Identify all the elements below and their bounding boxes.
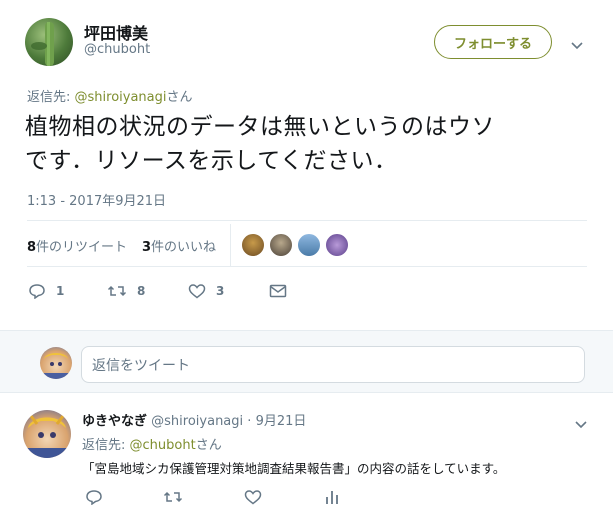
follow-button-label: フォローする (453, 36, 532, 52)
likers-avatars (241, 233, 349, 257)
retweet-stat[interactable]: 8件のリツイート (27, 236, 127, 255)
liker-avatar-3[interactable] (297, 233, 321, 257)
reply-to-handle-link[interactable]: @shiroiyanagi (75, 90, 167, 105)
reply-author-avatar[interactable] (23, 410, 71, 458)
retweet-stat-label: 件のリツイート (36, 240, 128, 255)
author-name[interactable]: 坪田博美 (84, 20, 148, 44)
stats-divider (230, 224, 231, 266)
tweet-timestamp[interactable]: 1:13 - 2017年9月21日 (27, 190, 166, 209)
reply-reply-to-suffix: さん (195, 438, 222, 453)
reply-count: 1 (56, 284, 65, 298)
retweet-icon (163, 491, 183, 503)
like-stat-count: 3 (142, 240, 152, 255)
reply-chevron-down-icon[interactable] (574, 415, 588, 429)
heart-icon (188, 284, 206, 299)
reply-input-placeholder: 返信をツイート (92, 357, 190, 374)
reply-icon (86, 490, 102, 505)
reply-to-line: 返信先: @shiroiyanagiさん (27, 86, 193, 105)
tweet-text: 植物相の状況のデータは無いというのはウソ です．リソースを示してください． (25, 110, 495, 178)
reply-text: 「宮島地域シカ保護管理対策地調査結果報告書」の内容の話をしています。 (82, 461, 506, 476)
reply-reply-action[interactable] (85, 489, 103, 505)
author-avatar[interactable] (25, 18, 73, 66)
reply-header: ゆきやなぎ @shiroiyanagi · 9月21日 (82, 410, 306, 429)
dm-action[interactable] (269, 284, 287, 298)
retweet-stat-count: 8 (27, 240, 37, 255)
current-user-avatar[interactable] (40, 347, 72, 379)
retweet-icon (107, 285, 127, 297)
reply-author-name[interactable]: ゆきやなぎ (82, 414, 147, 429)
envelope-icon (269, 284, 287, 298)
liker-avatar-4[interactable] (325, 233, 349, 257)
reply-like-action[interactable] (244, 489, 262, 505)
reply-action[interactable]: 1 (28, 283, 64, 299)
reply-retweet-action[interactable] (163, 489, 183, 505)
liker-avatar-1[interactable] (241, 233, 265, 257)
reply-reply-to-handle-link[interactable]: @chuboht (130, 438, 196, 453)
author-handle[interactable]: @chuboht (84, 42, 150, 57)
reply-date[interactable]: 9月21日 (256, 414, 307, 429)
reply-to-suffix: さん (166, 90, 193, 105)
analytics-icon (326, 491, 338, 504)
reply-reply-to-line: 返信先: @chubohtさん (82, 434, 222, 453)
like-action[interactable]: 3 (188, 283, 224, 299)
retweet-action[interactable]: 8 (107, 283, 145, 299)
heart-icon (244, 490, 262, 505)
retweet-count: 8 (137, 284, 146, 298)
like-stat-label: 件のいいね (151, 240, 217, 255)
like-count: 3 (216, 284, 225, 298)
chevron-down-icon[interactable] (570, 36, 584, 50)
reply-author-handle[interactable]: @shiroiyanagi (151, 414, 243, 429)
reply-analytics-action[interactable] (324, 489, 340, 505)
reply-separator: · (247, 414, 252, 429)
follow-button[interactable]: フォローする (434, 25, 552, 59)
divider (27, 220, 587, 221)
tweet-text-line-2: です．リソースを示してください． (25, 148, 398, 174)
divider (27, 266, 587, 267)
reply-input[interactable]: 返信をツイート (81, 346, 585, 383)
anime-character-icon (25, 415, 69, 458)
like-stat[interactable]: 3件のいいね (142, 236, 216, 255)
tweet-text-line-1: 植物相の状況のデータは無いというのはウソ (25, 114, 495, 140)
reply-to-prefix: 返信先: (27, 90, 75, 105)
anime-character-icon (42, 353, 70, 379)
reply-reply-to-prefix: 返信先: (82, 438, 130, 453)
plant-photo-icon (31, 22, 54, 66)
liker-avatar-2[interactable] (269, 233, 293, 257)
reply-icon (29, 284, 45, 299)
